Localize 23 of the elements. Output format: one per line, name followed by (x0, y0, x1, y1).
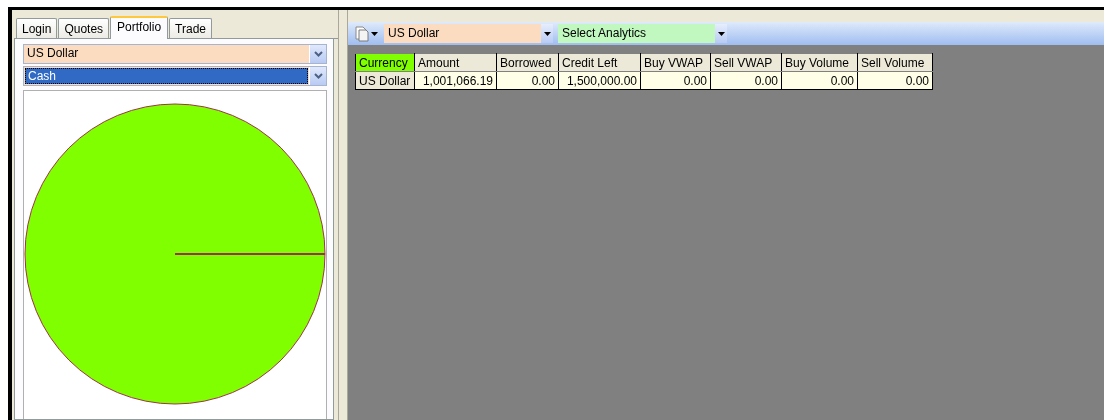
analytics-dropdown[interactable]: Select Analytics (558, 24, 727, 43)
document-icon (355, 25, 369, 42)
caret-icon (543, 31, 551, 36)
chevron-icon (313, 51, 323, 57)
column-header[interactable]: Sell VWAP (710, 53, 782, 72)
column-header[interactable]: Currency (355, 53, 415, 72)
dropdown[interactable]: US Dollar (23, 44, 327, 64)
column-header[interactable]: Buy VWAP (640, 53, 711, 72)
caret-icon (371, 31, 378, 36)
copy-button[interactable] (352, 25, 381, 42)
tab[interactable]: Quotes (58, 18, 110, 38)
chevron-icon (313, 73, 323, 79)
tab[interactable]: Trade (169, 18, 212, 38)
column-header[interactable]: Credit Left (558, 53, 641, 72)
dropdown[interactable]: Cash (23, 66, 327, 86)
caret-icon (717, 31, 725, 36)
column-header[interactable]: Amount (414, 53, 497, 72)
tab[interactable]: Portfolio (110, 16, 169, 39)
column-header[interactable]: Sell Volume (857, 53, 933, 72)
column-header[interactable]: Buy Volume (781, 53, 858, 72)
column-header[interactable]: Borrowed (496, 53, 559, 72)
currency-dropdown[interactable]: US Dollar (384, 24, 553, 43)
tab[interactable]: Login (16, 18, 58, 38)
